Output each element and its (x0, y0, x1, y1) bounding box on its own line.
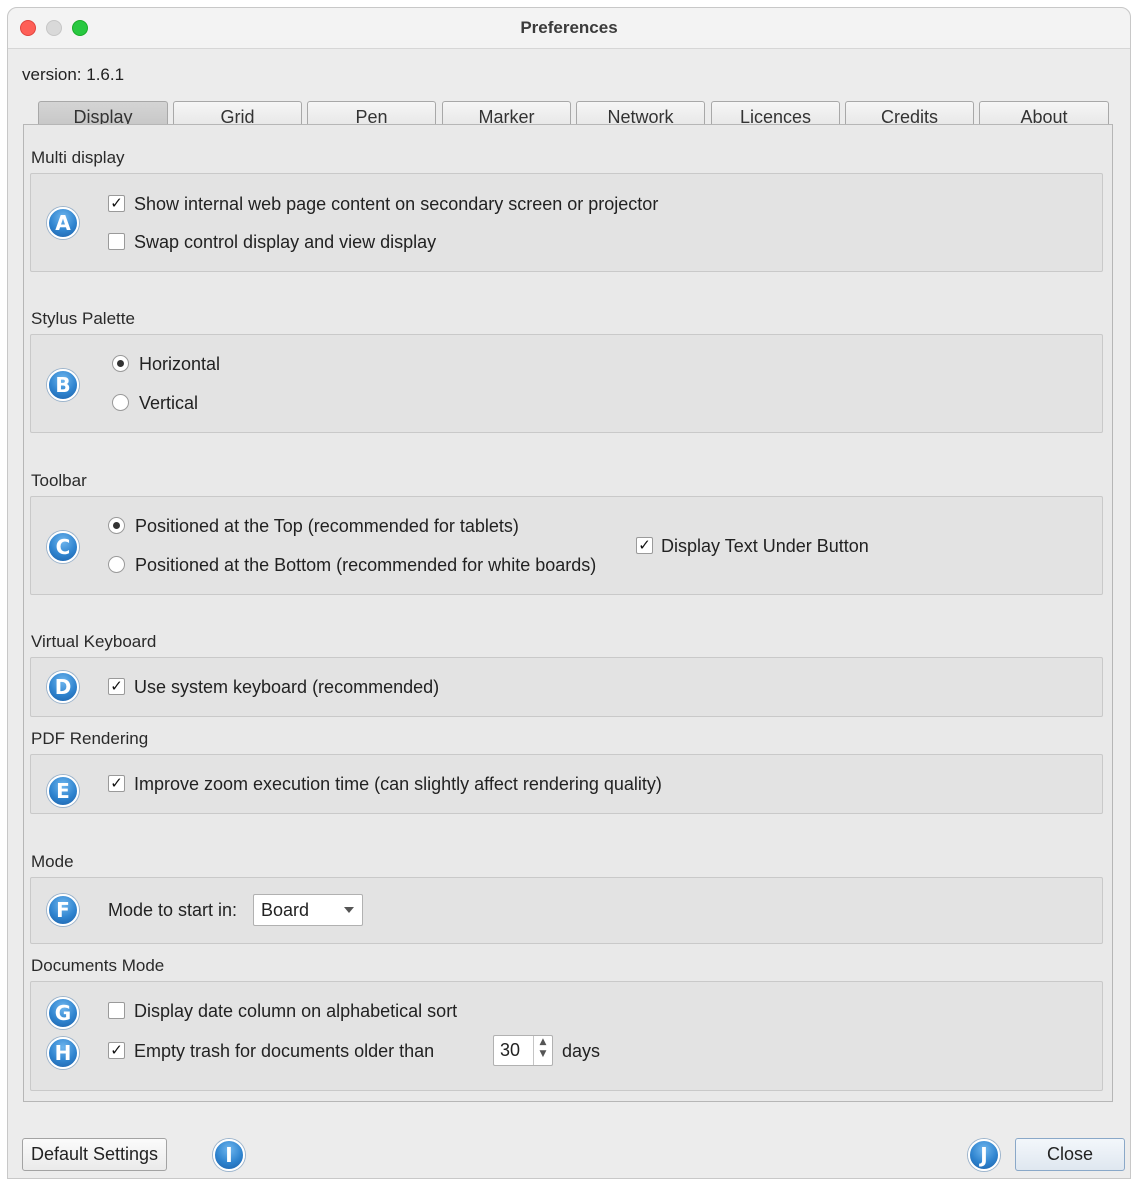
badge-g-icon: G (47, 997, 79, 1029)
toolbar-heading: Toolbar (31, 471, 87, 490)
horizontal-radio[interactable] (112, 355, 129, 372)
multi-display-group (30, 173, 1103, 272)
system-keyboard-label: Use system keyboard (recommended) (134, 677, 440, 697)
trash-days-spinbox[interactable]: 30 ▲ ▼ (493, 1035, 553, 1066)
version-label: version: 1.6.1 (22, 65, 125, 84)
documents-mode-group (30, 981, 1103, 1091)
mode-start-label: Mode to start in: (108, 900, 238, 920)
stylus-palette-group (30, 334, 1103, 433)
badge-j-icon: J (968, 1139, 1000, 1171)
toolbar-top-label: Positioned at the Top (recommended for t… (135, 516, 519, 536)
trash-days-value: 30 (500, 1040, 521, 1060)
vertical-label: Vertical (139, 393, 199, 413)
close-button[interactable]: Close (1015, 1138, 1125, 1171)
documents-mode-heading: Documents Mode (31, 956, 165, 975)
date-column-checkbox[interactable] (108, 1002, 125, 1019)
empty-trash-checkbox[interactable]: ✓ (108, 1042, 125, 1059)
spin-down-icon[interactable]: ▼ (540, 1049, 547, 1059)
horizontal-label: Horizontal (139, 354, 221, 374)
empty-trash-label: Empty trash for documents older than (134, 1041, 435, 1061)
vertical-radio[interactable] (112, 394, 129, 411)
stylus-palette-heading: Stylus Palette (31, 309, 135, 328)
mode-heading: Mode (31, 852, 74, 871)
title-bar: Preferences (8, 8, 1130, 49)
toolbar-group (30, 496, 1103, 595)
trash-days-unit: days (562, 1041, 601, 1061)
improve-zoom-label: Improve zoom execution time (can slightl… (134, 774, 662, 794)
toolbar-top-radio[interactable] (108, 517, 125, 534)
multi-display-heading: Multi display (31, 148, 125, 167)
badge-a-icon: A (47, 207, 79, 239)
date-column-label: Display date column on alphabetical sort (134, 1001, 458, 1021)
swap-display-label: Swap control display and view display (134, 232, 437, 252)
window-title: Preferences (520, 18, 618, 37)
spin-up-icon[interactable]: ▲ (540, 1037, 547, 1047)
badge-b-icon: B (47, 369, 79, 401)
improve-zoom-checkbox[interactable]: ✓ (108, 775, 125, 792)
system-keyboard-checkbox[interactable]: ✓ (108, 678, 125, 695)
badge-h-icon: H (47, 1037, 79, 1069)
badge-f-icon: F (47, 894, 79, 926)
pdf-rendering-heading: PDF Rendering (31, 729, 149, 748)
mode-start-dropdown[interactable]: Board (253, 894, 363, 926)
chevron-down-icon (344, 907, 354, 913)
toolbar-bottom-radio[interactable] (108, 556, 125, 573)
mode-start-value: Board (261, 900, 310, 920)
spin-arrows-icon[interactable]: ▲ ▼ (533, 1036, 552, 1065)
badge-d-icon: D (47, 671, 79, 703)
toolbar-bottom-label: Positioned at the Bottom (recommended fo… (135, 555, 597, 575)
badge-c-icon: C (47, 531, 79, 563)
badge-e-icon: E (47, 775, 79, 807)
display-text-under-button-checkbox[interactable]: ✓ (636, 537, 653, 554)
show-web-content-checkbox[interactable]: ✓ (108, 195, 125, 212)
default-settings-button[interactable]: Default Settings (22, 1138, 167, 1171)
swap-display-checkbox[interactable] (108, 233, 125, 250)
badge-i-icon: I (213, 1139, 245, 1171)
display-text-under-button-label: Display Text Under Button (661, 536, 869, 556)
virtual-keyboard-heading: Virtual Keyboard (31, 632, 157, 651)
show-web-content-label: Show internal web page content on second… (134, 194, 659, 214)
